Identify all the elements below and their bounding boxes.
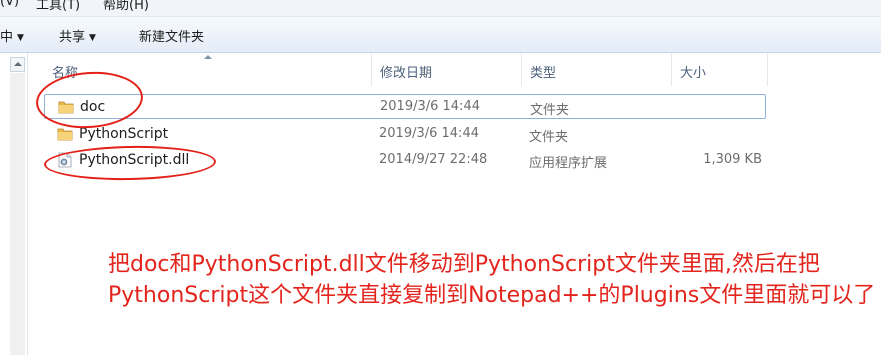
file-modified: 2019/3/6 14:44	[379, 126, 479, 141]
command-toolbar: 中 ▼ 共享 ▼ 新建文件夹	[0, 16, 881, 53]
new-folder-button[interactable]: 新建文件夹	[139, 26, 204, 45]
file-row-doc[interactable]: doc 2019/3/6 14:44 文件夹	[44, 94, 766, 119]
scroll-up-button[interactable]	[10, 57, 25, 72]
menu-view[interactable]: (V)	[0, 0, 19, 9]
chevron-down-icon: ▼	[17, 33, 24, 43]
menu-help[interactable]: 帮助(H)	[103, 0, 149, 13]
include-in-library-button[interactable]: 中 ▼	[0, 26, 24, 45]
column-header-type[interactable]: 类型	[522, 53, 672, 86]
navigation-pane	[0, 53, 28, 355]
column-header-modified[interactable]: 修改日期	[372, 53, 522, 86]
file-type: 文件夹	[529, 130, 569, 145]
chevron-down-icon: ▼	[89, 33, 96, 43]
menu-tools[interactable]: 工具(T)	[36, 0, 80, 13]
menu-bar: (V) 工具(T) 帮助(H)	[0, 0, 881, 16]
annotation-text: 把doc和PythonScript.dll文件移动到PythonScript文件…	[108, 252, 876, 308]
column-header-size[interactable]: 大小	[672, 53, 768, 86]
file-type: 应用程序扩展	[529, 156, 608, 171]
file-modified: 2014/9/27 22:48	[379, 152, 488, 167]
file-type: 文件夹	[530, 103, 570, 118]
file-modified: 2019/3/6 14:44	[380, 99, 480, 114]
file-name: PythonScript	[79, 126, 169, 142]
folder-icon	[57, 128, 73, 141]
scrollbar-track[interactable]	[10, 73, 25, 355]
sort-ascending-icon	[204, 55, 212, 59]
file-row-pythonscript[interactable]: PythonScript 2019/3/6 14:44 文件夹	[44, 122, 766, 147]
share-button[interactable]: 共享 ▼	[59, 26, 96, 45]
file-size: 1,309 KB	[703, 152, 762, 167]
